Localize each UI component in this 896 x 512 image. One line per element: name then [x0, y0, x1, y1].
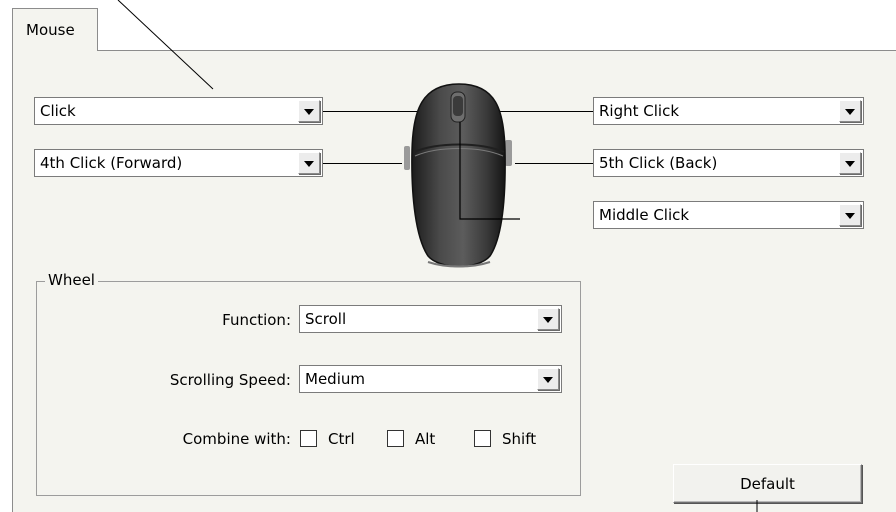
dropdown-arrow-icon[interactable] — [298, 152, 320, 174]
side-button-4-dropdown[interactable]: 4th Click (Forward) — [34, 149, 323, 177]
alt-checkbox[interactable] — [387, 430, 404, 447]
side-button-4-connector — [323, 163, 402, 164]
scrolling-speed-value: Medium — [305, 370, 365, 388]
wheel-function-dropdown[interactable]: Scroll — [299, 305, 562, 333]
dropdown-arrow-icon[interactable] — [839, 100, 861, 122]
middle-button-value: Middle Click — [599, 206, 690, 224]
scrolling-speed-label: Scrolling Speed: — [169, 371, 291, 389]
right-button-value: Right Click — [599, 102, 680, 120]
dropdown-arrow-icon[interactable] — [537, 308, 559, 330]
ctrl-label: Ctrl — [328, 430, 355, 448]
alt-label: Alt — [415, 430, 436, 448]
shift-label: Shift — [502, 430, 537, 448]
dropdown-arrow-icon[interactable] — [298, 100, 320, 122]
middle-button-dropdown[interactable]: Middle Click — [593, 201, 864, 229]
mouse-illustration — [404, 83, 520, 268]
side-button-5-dropdown[interactable]: 5th Click (Back) — [593, 149, 864, 177]
side-button-5-value: 5th Click (Back) — [599, 154, 718, 172]
dropdown-arrow-icon[interactable] — [537, 368, 559, 390]
wheel-function-value: Scroll — [305, 310, 347, 328]
default-button[interactable]: Default — [673, 464, 862, 503]
right-button-dropdown[interactable]: Right Click — [593, 97, 864, 125]
dropdown-arrow-icon[interactable] — [839, 152, 861, 174]
scrolling-speed-dropdown[interactable]: Medium — [299, 365, 562, 393]
default-button-label: Default — [740, 475, 795, 493]
function-label: Function: — [222, 311, 291, 329]
tab-mouse-label: Mouse — [26, 21, 75, 39]
left-button-dropdown[interactable]: Click — [34, 97, 323, 125]
shift-checkbox[interactable] — [474, 430, 491, 447]
ctrl-checkbox[interactable] — [300, 430, 317, 447]
side-button-4-value: 4th Click (Forward) — [40, 154, 183, 172]
wheel-group-title: Wheel — [45, 271, 98, 289]
tab-mouse[interactable]: Mouse — [12, 8, 98, 51]
side-button-5-connector — [515, 163, 593, 164]
combine-with-label: Combine with: — [182, 430, 291, 448]
dropdown-arrow-icon[interactable] — [839, 204, 861, 226]
left-button-value: Click — [40, 102, 76, 120]
